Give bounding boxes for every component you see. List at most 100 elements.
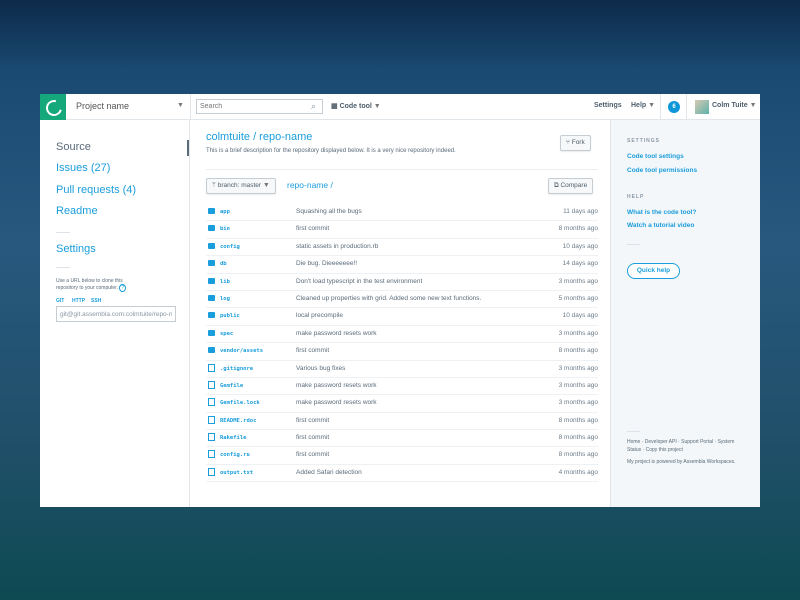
table-row[interactable]: Rakefile first commit 8 months ago — [206, 430, 598, 448]
commit-message[interactable]: first commit — [296, 347, 329, 354]
branch-label: branch: master — [217, 182, 262, 189]
code-tool-menu[interactable]: ▦ Code tool ▼ — [331, 102, 381, 110]
file-name[interactable]: README.rdoc — [220, 418, 256, 424]
file-name[interactable]: log — [220, 296, 230, 302]
commit-age: 10 days ago — [562, 242, 598, 250]
grid-icon: ▦ — [331, 103, 340, 110]
search-icon[interactable]: ⌕ — [311, 101, 316, 112]
file-name[interactable]: lib — [220, 279, 230, 285]
branch-selector[interactable]: ᛘ branch: master ▼ — [206, 178, 276, 194]
file-name[interactable]: config — [220, 244, 240, 250]
logo[interactable] — [40, 94, 66, 120]
commit-message[interactable]: Cleaned up properties with grid. Added s… — [296, 295, 481, 302]
what-is-code-tool-link[interactable]: What is the code tool? — [627, 209, 696, 216]
commit-message[interactable]: Various bug fixes — [296, 365, 345, 372]
commit-message[interactable]: first commit — [296, 434, 329, 441]
table-row[interactable]: public local precompile 10 days ago — [206, 308, 598, 326]
table-row[interactable]: bin first commit 8 months ago — [206, 221, 598, 239]
user-name: Colm Tuite — [712, 102, 748, 109]
commit-age: 3 months ago — [558, 329, 598, 337]
file-name[interactable]: db — [220, 261, 227, 267]
file-name[interactable]: spec — [220, 331, 233, 337]
fork-label: Fork — [571, 139, 585, 146]
repo-title[interactable]: colmtuite / repo-name — [206, 131, 312, 143]
file-name[interactable]: config.ru — [220, 452, 250, 458]
file-name[interactable]: Gemfile — [220, 383, 243, 389]
help-icon[interactable]: ? — [119, 284, 127, 292]
search-input[interactable] — [196, 99, 323, 114]
file-name[interactable]: Rakefile — [220, 435, 247, 441]
project-selector[interactable]: Project name — [76, 101, 129, 111]
settings-heading: SETTINGS — [627, 138, 661, 144]
table-row[interactable]: config.ru first commit 8 months ago — [206, 447, 598, 465]
compare-button[interactable]: ⧉ Compare — [548, 178, 594, 194]
footer-links[interactable]: Home · Developer API · Support Portal · … — [627, 438, 747, 454]
table-row[interactable]: lib Don't load typescript in the test en… — [206, 274, 598, 291]
commit-message[interactable]: Squashing all the bugs — [296, 208, 362, 215]
commit-message[interactable]: first commit — [296, 417, 329, 424]
clone-url-input[interactable] — [56, 306, 176, 322]
protocol-http[interactable]: HTTP — [72, 298, 85, 304]
file-name[interactable]: output.txt — [220, 470, 253, 476]
table-row[interactable]: spec make password resets work 3 months … — [206, 326, 598, 344]
commit-age: 5 months ago — [558, 294, 598, 302]
folder-icon — [208, 260, 215, 267]
file-name[interactable]: .gitignore — [220, 366, 253, 372]
commit-message[interactable]: make password resets work — [296, 330, 377, 337]
table-row[interactable]: app Squashing all the bugs 11 days ago — [206, 204, 598, 222]
chevron-down-icon: ▼ — [749, 102, 757, 109]
divider — [627, 431, 640, 432]
commit-message[interactable]: make password resets work — [296, 399, 377, 406]
file-icon — [208, 380, 215, 389]
commit-message[interactable]: static assets in production.rb — [296, 243, 378, 250]
user-menu[interactable]: Colm Tuite ▼ — [712, 102, 757, 109]
file-name[interactable]: Gemfile.lock — [220, 400, 260, 406]
table-row[interactable]: config static assets in production.rb 10… — [206, 239, 598, 257]
commit-message[interactable]: first commit — [296, 225, 329, 232]
commit-message[interactable]: first commit — [296, 451, 329, 458]
commit-message[interactable]: Die bug. Dieeeeeee!! — [296, 260, 357, 267]
table-row[interactable]: Gemfile make password resets work 3 mont… — [206, 378, 598, 396]
chevron-down-icon[interactable]: ▼ — [177, 102, 184, 109]
code-tool-permissions-link[interactable]: Code tool permissions — [627, 167, 697, 174]
protocol-ssh[interactable]: SSH — [91, 298, 101, 304]
notification-badge[interactable]: 6 — [668, 101, 680, 113]
table-row[interactable]: db Die bug. Dieeeeeee!! 14 days ago — [206, 256, 598, 274]
commit-message[interactable]: make password resets work — [296, 382, 377, 389]
file-icon — [208, 467, 215, 476]
commit-age: 14 days ago — [562, 260, 598, 268]
commit-age: 11 days ago — [563, 208, 598, 215]
table-row[interactable]: .gitignore Various bug fixes 3 months ag… — [206, 361, 598, 378]
file-name[interactable]: bin — [220, 226, 230, 232]
file-name[interactable]: public — [220, 313, 240, 319]
sidebar-item-pull-requests[interactable]: Pull requests (4) — [56, 184, 136, 196]
table-row[interactable]: vendor/assets first commit 8 months ago — [206, 343, 598, 361]
protocol-git[interactable]: GIT — [56, 298, 64, 304]
commit-message[interactable]: local precompile — [296, 312, 343, 319]
sidebar-item-settings[interactable]: Settings — [56, 243, 96, 255]
help-menu[interactable]: Help ▼ — [631, 102, 655, 109]
settings-link[interactable]: Settings — [594, 102, 622, 109]
file-name[interactable]: app — [220, 209, 230, 215]
sidebar-item-readme[interactable]: Readme — [56, 205, 98, 217]
code-tool-settings-link[interactable]: Code tool settings — [627, 153, 684, 160]
fork-button[interactable]: ⑂ Fork — [560, 135, 591, 151]
sidebar-item-source[interactable]: Source — [56, 141, 91, 153]
divider — [686, 94, 687, 120]
quick-help-button[interactable]: Quick help — [627, 263, 680, 279]
commit-age: 8 months ago — [558, 451, 598, 459]
table-row[interactable]: output.txt Added Safari detection 4 mont… — [206, 465, 598, 483]
file-icon — [208, 433, 215, 442]
file-name[interactable]: vendor/assets — [220, 348, 263, 354]
table-row[interactable]: Gemfile.lock make password resets work 3… — [206, 395, 598, 413]
avatar[interactable] — [695, 100, 709, 114]
sidebar-item-issues[interactable]: Issues (27) — [56, 162, 110, 174]
table-row[interactable]: log Cleaned up properties with grid. Add… — [206, 291, 598, 309]
tutorial-video-link[interactable]: Watch a tutorial video — [627, 222, 694, 229]
commit-age: 10 days ago — [562, 312, 598, 320]
file-icon — [208, 363, 215, 372]
path-breadcrumb[interactable]: repo-name / — [287, 180, 333, 190]
commit-message[interactable]: Added Safari detection — [296, 469, 362, 476]
commit-message[interactable]: Don't load typescript in the test enviro… — [296, 278, 422, 285]
table-row[interactable]: README.rdoc first commit 8 months ago — [206, 413, 598, 431]
